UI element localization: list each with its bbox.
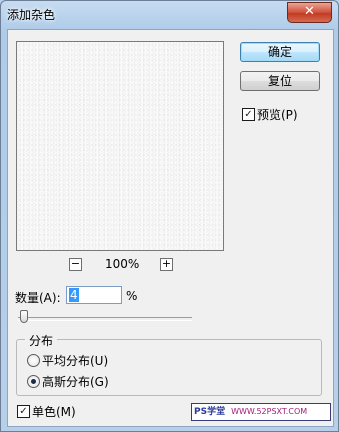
close-button[interactable]: ✕ <box>287 2 332 23</box>
radio-uniform[interactable] <box>27 354 40 367</box>
preview-label: 预览(P) <box>257 108 298 122</box>
preview-image[interactable] <box>16 41 224 251</box>
reset-button[interactable]: 复位 <box>240 71 320 91</box>
amount-label: 数量(A): <box>15 291 61 305</box>
checkmark-icon: ✓ <box>19 406 28 417</box>
zoom-level: 100% <box>105 257 140 271</box>
add-noise-dialog: 添加杂色 ✕ 确定 复位 ✓ 预览(P) − 100% + 数量(A): 4 %… <box>0 0 339 432</box>
watermark-brand: PS学堂 <box>194 407 226 417</box>
monochrome-checkbox[interactable]: ✓ <box>17 405 30 418</box>
preview-checkbox[interactable]: ✓ <box>242 108 255 121</box>
radio-gaussian[interactable] <box>27 375 40 388</box>
dialog-title: 添加杂色 <box>7 8 56 22</box>
zoom-out-button[interactable]: − <box>69 258 82 271</box>
radio-gaussian-label: 高斯分布(G) <box>42 375 109 389</box>
amount-value: 4 <box>69 288 79 302</box>
amount-slider-thumb[interactable] <box>19 310 28 323</box>
amount-unit: % <box>126 289 138 303</box>
monochrome-label: 单色(M) <box>32 405 76 419</box>
distribution-legend: 分布 <box>25 332 58 349</box>
amount-slider-track[interactable] <box>18 317 192 321</box>
watermark-url: WWW.52PSXT.COM <box>231 407 308 416</box>
dialog-body: 确定 复位 ✓ 预览(P) − 100% + 数量(A): 4 % 分布 平均分… <box>7 29 334 427</box>
title-bar[interactable]: 添加杂色 ✕ <box>1 1 338 29</box>
radio-selected-dot <box>31 379 36 384</box>
zoom-in-button[interactable]: + <box>160 258 173 271</box>
close-icon: ✕ <box>304 4 315 19</box>
ok-button[interactable]: 确定 <box>240 42 320 62</box>
minus-icon: − <box>70 257 81 270</box>
amount-input[interactable]: 4 <box>66 286 122 304</box>
radio-uniform-label: 平均分布(U) <box>42 354 109 368</box>
plus-icon: + <box>161 257 172 270</box>
checkmark-icon: ✓ <box>244 109 253 120</box>
watermark-logo: PS学堂 WWW.52PSXT.COM <box>191 403 331 421</box>
